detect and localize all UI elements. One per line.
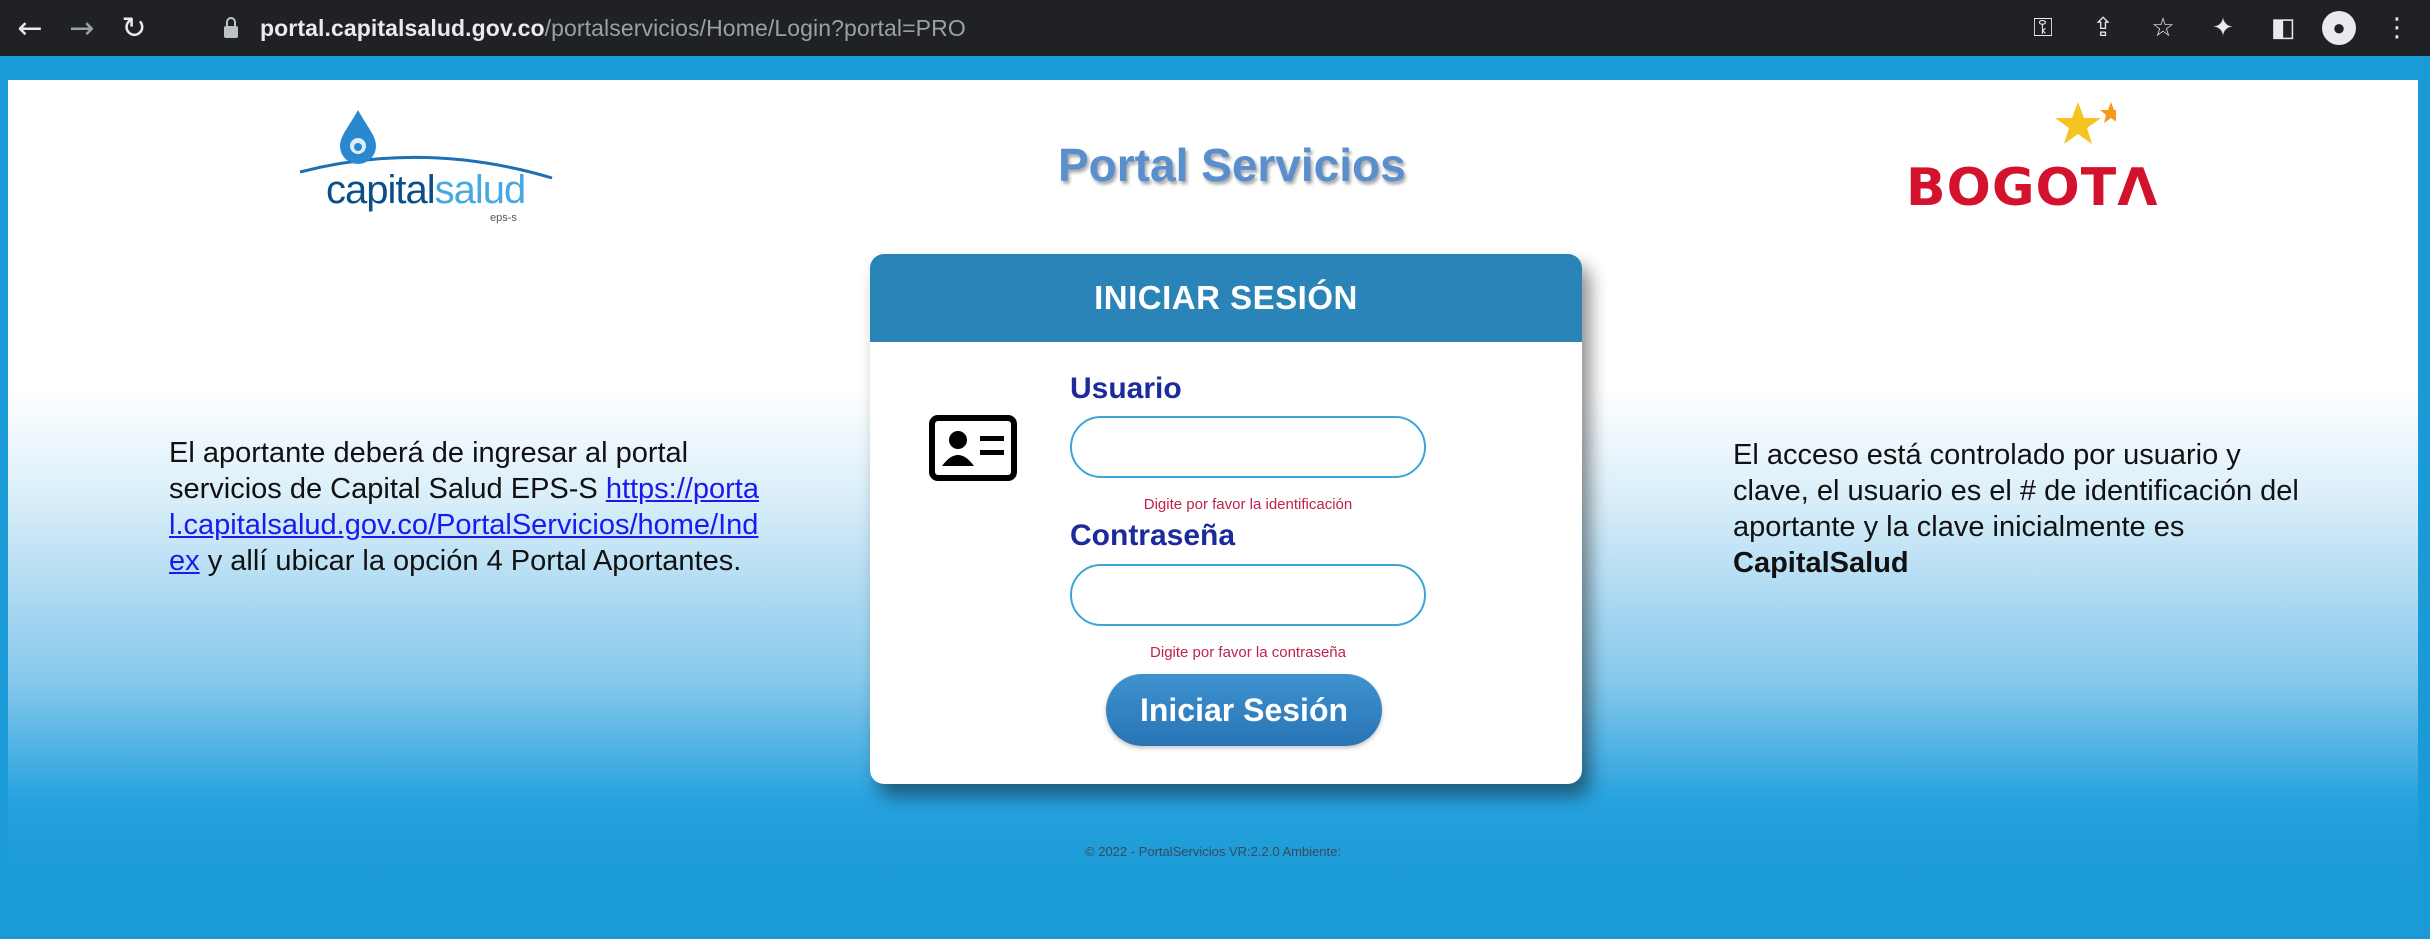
username-input[interactable]	[1070, 416, 1426, 478]
bogota-logo: BOGOTΛ	[1906, 98, 2157, 228]
lock-icon[interactable]	[224, 17, 238, 38]
login-heading: INICIAR SESIÓN	[870, 254, 1582, 342]
extensions-icon[interactable]: ✦	[2204, 13, 2242, 43]
key-icon[interactable]: ⚿	[2024, 13, 2062, 44]
browser-toolbar: ← → ↻ portal.capitalsalud.gov.co/portals…	[0, 0, 2430, 62]
forward-icon[interactable]: →	[60, 11, 104, 46]
username-hint: Digite por favor la identificación	[1143, 496, 1353, 513]
page-title: Portal Servicios	[1058, 139, 1406, 191]
password-input[interactable]	[1070, 564, 1426, 626]
logo-word: capitalsalud	[326, 168, 526, 212]
capital-salud-logo: capitalsalud eps-s	[290, 100, 560, 224]
url-host: portal.capitalsalud.gov.co	[260, 14, 545, 41]
logo-subtext: eps-s	[490, 212, 517, 224]
id-card-icon	[929, 415, 1017, 481]
side-panel-icon[interactable]: ◧	[2264, 13, 2302, 43]
login-button[interactable]: Iniciar Sesión	[1106, 674, 1382, 746]
page-content: capitalsalud eps-s Portal Servicios BOGO…	[8, 80, 2418, 939]
left-instructions: El aportante deberá de ingresar al porta…	[169, 437, 759, 577]
footer-text: © 2022 - PortalServicios VR:2.2.0 Ambien…	[1085, 844, 1341, 859]
profile-icon[interactable]: ●	[2322, 11, 2356, 45]
right-instructions: El acceso está controlado por usuario y …	[1733, 439, 2299, 579]
url-text[interactable]: portal.capitalsalud.gov.co/portalservici…	[260, 15, 966, 42]
menu-icon[interactable]: ⋮	[2378, 13, 2416, 43]
reload-icon[interactable]: ↻	[112, 11, 156, 46]
share-icon[interactable]: ⇪	[2084, 13, 2122, 43]
star-icon[interactable]: ☆	[2144, 13, 2182, 43]
url-path: /portalservicios/Home/Login?portal=PRO	[544, 14, 966, 41]
password-label: Contraseña	[1070, 519, 1236, 552]
back-icon[interactable]: ←	[8, 11, 52, 46]
password-hint: Digite por favor la contraseña	[1150, 644, 1346, 661]
login-card: INICIAR SESIÓN Usuario Digite por favor …	[870, 254, 1582, 784]
username-label: Usuario	[1070, 372, 1182, 405]
default-password: CapitalSalud	[1733, 547, 1909, 579]
address-bar[interactable]: portal.capitalsalud.gov.co/portalservici…	[196, 7, 1736, 49]
